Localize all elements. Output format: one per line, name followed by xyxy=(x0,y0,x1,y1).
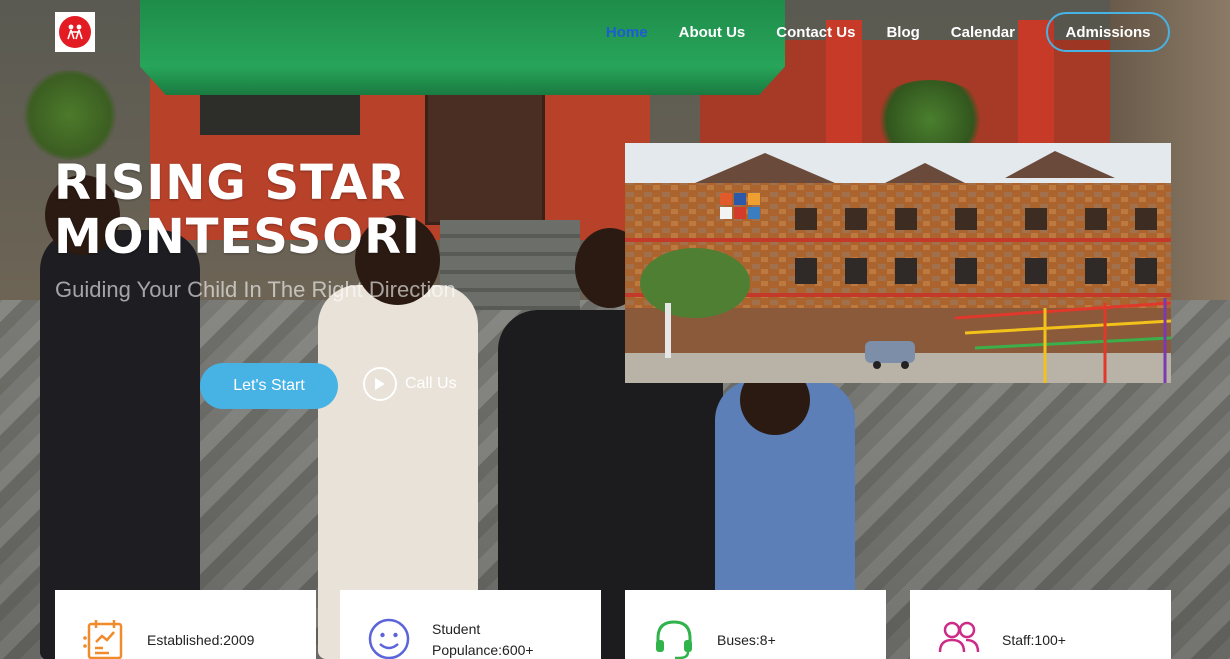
call-us-label: Call Us xyxy=(405,375,457,392)
plant xyxy=(20,70,120,160)
site-logo[interactable] xyxy=(55,12,95,52)
hero-title-line-2: MONTESSORI xyxy=(54,209,421,265)
nav-calendar[interactable]: Calendar xyxy=(951,24,1015,41)
stat-card-buses: Buses:8+ xyxy=(625,590,886,659)
stat-label: Buses:8+ xyxy=(717,632,776,648)
nav-about-us[interactable]: About Us xyxy=(679,24,746,41)
stat-card-staff: Staff:100+ xyxy=(910,590,1171,659)
admissions-button[interactable]: Admissions xyxy=(1046,12,1170,52)
nav-blog[interactable]: Blog xyxy=(886,24,919,41)
nav-contact-us[interactable]: Contact Us xyxy=(776,24,855,41)
users-icon xyxy=(938,618,980,659)
nav-home[interactable]: Home xyxy=(606,24,648,41)
school-building-image xyxy=(625,143,1171,383)
stat-label: Staff:100+ xyxy=(1002,632,1066,648)
main-navigation: Home About Us Contact Us Blog Calendar A… xyxy=(606,12,1170,52)
stats-row: Established:2009 Student Populance:600+ … xyxy=(55,590,1171,659)
smiley-icon xyxy=(368,618,410,659)
stat-label: Student Populance:600+ xyxy=(432,621,534,658)
play-icon xyxy=(363,367,397,401)
chart-board-icon xyxy=(83,618,125,659)
door xyxy=(425,85,545,225)
call-us-button[interactable]: Call Us xyxy=(363,367,457,401)
logo-emblem-icon xyxy=(59,16,91,48)
lets-start-button[interactable]: Let's Start xyxy=(200,363,338,409)
stat-card-students: Student Populance:600+ xyxy=(340,590,601,659)
headset-icon xyxy=(653,618,695,659)
stat-label: Established:2009 xyxy=(147,632,255,648)
hero-title: RISING STAR MONTESSORI xyxy=(54,156,421,264)
stat-card-established: Established:2009 xyxy=(55,590,316,659)
hero-title-line-1: RISING STAR xyxy=(54,155,407,211)
hero-subtitle: Guiding Your Child In The Right Directio… xyxy=(55,277,456,302)
